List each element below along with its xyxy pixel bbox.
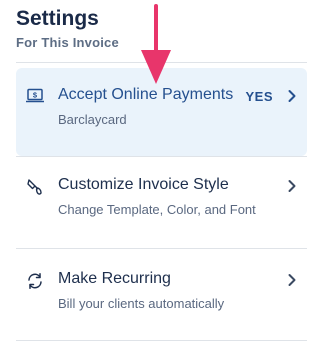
chevron-right-icon bbox=[288, 90, 296, 102]
divider bbox=[16, 156, 307, 157]
make-recurring-label: Make Recurring bbox=[58, 270, 171, 287]
laptop-dollar-icon: $ bbox=[26, 88, 44, 103]
annotation-arrow-icon bbox=[141, 4, 171, 84]
customize-invoice-style-row[interactable]: Customize Invoice Style Change Template,… bbox=[16, 158, 307, 246]
divider bbox=[16, 340, 307, 341]
page-title: Settings bbox=[16, 7, 99, 30]
payment-provider-text: Barclaycard bbox=[58, 112, 127, 127]
chevron-right-icon bbox=[288, 274, 296, 286]
make-recurring-desc: Bill your clients automatically bbox=[58, 296, 225, 311]
svg-text:$: $ bbox=[33, 91, 38, 100]
customize-invoice-style-desc: Change Template, Color, and Font bbox=[58, 202, 256, 217]
accept-online-payments-label: Accept Online Payments bbox=[58, 86, 234, 103]
paint-brush-icon bbox=[27, 179, 42, 195]
make-recurring-row[interactable]: Make Recurring Bill your clients automat… bbox=[16, 252, 307, 340]
page-subtitle: For This Invoice bbox=[16, 35, 119, 50]
recurring-icon bbox=[28, 273, 42, 289]
status-badge: YES bbox=[245, 89, 273, 104]
customize-invoice-style-label: Customize Invoice Style bbox=[58, 176, 229, 193]
chevron-right-icon bbox=[288, 180, 296, 192]
divider bbox=[16, 248, 307, 249]
